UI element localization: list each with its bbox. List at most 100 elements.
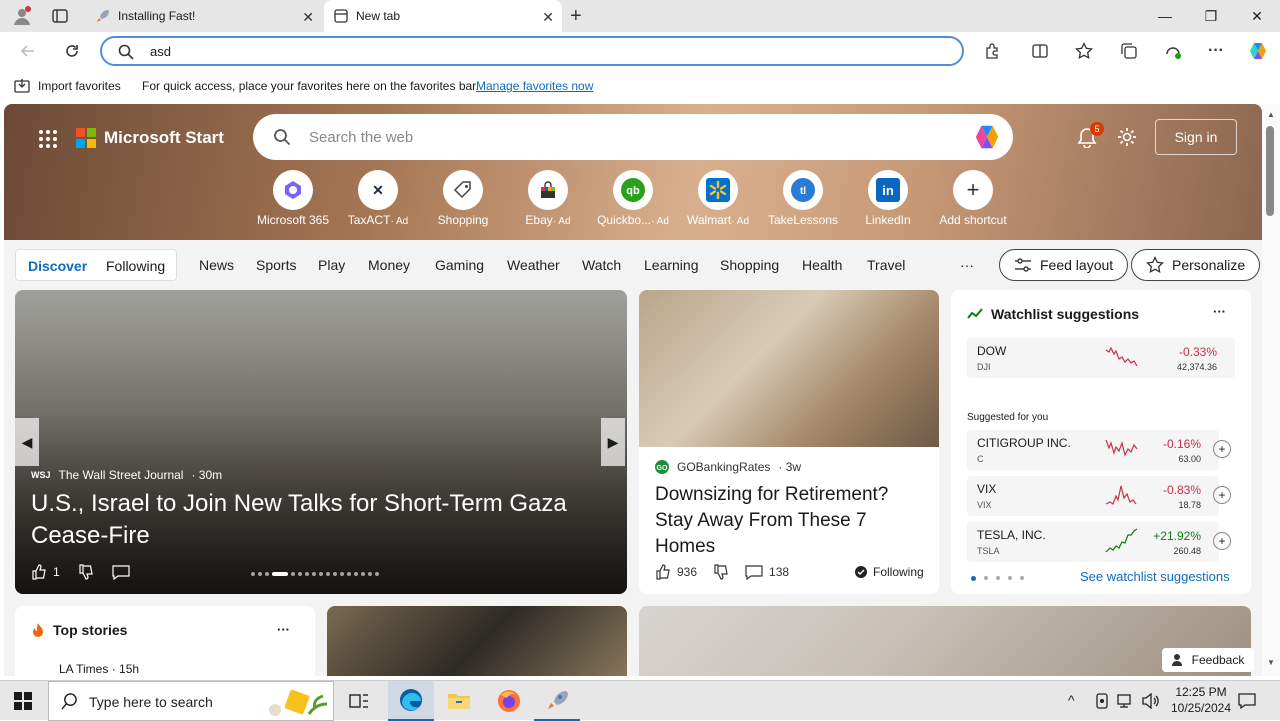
rocket-app-icon[interactable] [534, 681, 580, 721]
add-to-watchlist-icon[interactable]: + [1213, 486, 1231, 504]
restore-button[interactable]: ❐ [1188, 0, 1234, 32]
nav-watch[interactable]: Watch [582, 257, 621, 273]
shortcut-walmart[interactable]: Walmart· Ad [676, 170, 760, 227]
tab-actions-icon[interactable] [52, 8, 68, 24]
network-icon[interactable] [1117, 693, 1135, 709]
settings-more-icon[interactable]: ··· [1206, 41, 1226, 61]
app-launcher-icon[interactable] [38, 129, 58, 149]
personalize-button[interactable]: Personalize [1131, 249, 1261, 281]
watchlist-more-button[interactable]: ··· [1213, 304, 1226, 319]
top-stories-more-button[interactable]: ··· [277, 622, 290, 637]
feedback-button[interactable]: Feedback [1162, 648, 1254, 672]
shortcut-linkedin[interactable]: in LinkedIn [846, 170, 930, 227]
add-to-watchlist-icon[interactable]: + [1213, 532, 1231, 550]
nav-learning[interactable]: Learning [644, 257, 699, 273]
new-tab-button[interactable]: + [570, 5, 582, 28]
copilot-icon[interactable] [973, 123, 1001, 151]
sign-in-button[interactable]: Sign in [1155, 119, 1237, 155]
nav-travel[interactable]: Travel [867, 257, 905, 273]
tab-new-tab[interactable]: New tab ✕ [324, 0, 562, 32]
story-card[interactable]: GO GOBankingRates · 3w Downsizing for Re… [639, 290, 939, 594]
show-hidden-icons-chevron-icon[interactable]: ^ [1068, 692, 1075, 708]
manage-favorites-link[interactable]: Manage favorites now [476, 79, 593, 93]
minimize-button[interactable]: — [1142, 0, 1188, 32]
thumbs-down-icon[interactable] [713, 564, 729, 580]
scroll-up-icon[interactable]: ▲ [1267, 110, 1275, 119]
task-view-icon[interactable] [336, 681, 382, 721]
scrollbar-thumb[interactable] [1266, 126, 1274, 216]
notification-center-icon[interactable] [1238, 692, 1256, 710]
system-clock[interactable]: 12:25 PM 10/25/2024 [1164, 684, 1238, 716]
close-tab-icon[interactable]: ✕ [542, 9, 554, 26]
shortcut-add[interactable]: + Add shortcut [931, 170, 1015, 227]
taskbar-search-box[interactable]: Type here to search [48, 681, 334, 721]
vertical-scrollbar[interactable]: ▲ ▼ [1262, 104, 1280, 676]
scroll-down-icon[interactable]: ▼ [1267, 658, 1275, 667]
nav-more-button[interactable]: ··· [960, 257, 974, 273]
comment-icon[interactable] [745, 564, 763, 580]
shortcut-quickbooks[interactable]: qb Quickbo...· Ad [591, 170, 675, 227]
web-search-box[interactable]: Search the web [253, 114, 1013, 160]
extensions-icon[interactable] [982, 41, 1002, 61]
file-explorer-icon[interactable] [436, 681, 482, 721]
profile-icon[interactable] [12, 6, 32, 26]
comment-icon[interactable] [112, 564, 130, 580]
see-watchlist-suggestions-link[interactable]: See watchlist suggestions [1080, 569, 1230, 584]
address-bar[interactable]: asd [100, 36, 964, 66]
refresh-icon[interactable] [62, 41, 82, 61]
shortcut-shopping[interactable]: Shopping [421, 170, 505, 227]
shortcut-ebay[interactable]: Ebay· Ad [506, 170, 590, 227]
nav-shopping[interactable]: Shopping [720, 257, 779, 273]
tab-installing-fast[interactable]: Installing Fast! ✕ [86, 0, 322, 32]
back-icon[interactable] [18, 41, 38, 61]
windows-start-icon[interactable] [0, 681, 46, 721]
watchlist-item-tesla[interactable]: TESLA, INC. TSLA +21.92% 260.48 + [967, 522, 1231, 562]
shortcut-taxact[interactable]: ✕ TaxACT· Ad [336, 170, 420, 227]
performance-icon[interactable] [1163, 41, 1183, 61]
shortcut-takelessons[interactable]: tl TakeLessons [761, 170, 845, 227]
close-tab-icon[interactable]: ✕ [302, 9, 314, 26]
copilot-icon[interactable] [1248, 41, 1268, 61]
thumbs-up-icon[interactable] [655, 564, 671, 580]
favorites-star-icon[interactable] [1074, 41, 1094, 61]
device-icon[interactable] [1094, 693, 1110, 709]
nav-weather[interactable]: Weather [507, 257, 560, 273]
story-headline[interactable]: U.S., Israel to Join New Talks for Short… [31, 488, 611, 552]
nav-health[interactable]: Health [802, 257, 842, 273]
carousel-prev-button[interactable]: ◀ [15, 418, 39, 466]
nav-news[interactable]: News [199, 257, 234, 273]
nav-money[interactable]: Money [368, 257, 410, 273]
close-window-button[interactable]: ✕ [1234, 0, 1280, 32]
watchlist-item-dow[interactable]: DOW DJI -0.33% 42,374.36 [967, 338, 1235, 378]
feed-navigation: Discover Following News Sports Play Mone… [4, 240, 1262, 290]
story-headline[interactable]: Downsizing for Retirement? Stay Away Fro… [655, 482, 925, 560]
add-to-watchlist-icon[interactable]: + [1213, 440, 1231, 458]
watchlist-card: Watchlist suggestions ··· DOW DJI -0.33%… [951, 290, 1251, 594]
address-value[interactable]: asd [150, 44, 171, 59]
feed-layout-button[interactable]: Feed layout [999, 249, 1129, 281]
watchlist-item-vix[interactable]: VIX VIX -0.83% 18.78 + [967, 476, 1231, 516]
volume-icon[interactable] [1142, 693, 1160, 709]
watchlist-item-citigroup[interactable]: CITIGROUP INC. C -0.16% 63.00 + [967, 430, 1231, 470]
story-image-card[interactable] [327, 606, 627, 676]
notifications-bell-icon[interactable]: 5 [1076, 122, 1104, 148]
firefox-icon[interactable] [486, 681, 532, 721]
hero-story-card[interactable]: ◀ ▶ WSJ The Wall Street Journal · 30m U.… [15, 290, 627, 594]
edge-taskbar-icon[interactable] [388, 681, 434, 721]
shortcut-microsoft-365[interactable]: Microsoft 365 [251, 170, 335, 227]
thumbs-down-icon[interactable] [78, 564, 94, 580]
settings-gear-icon[interactable] [1116, 126, 1138, 148]
collections-icon[interactable] [1119, 41, 1139, 61]
split-screen-icon[interactable] [1030, 41, 1050, 61]
thumbs-up-icon[interactable] [31, 564, 47, 580]
nav-gaming[interactable]: Gaming [435, 257, 484, 273]
following-indicator[interactable]: Following [855, 565, 924, 579]
tab-discover[interactable]: Discover [28, 258, 87, 274]
nav-sports[interactable]: Sports [256, 257, 296, 273]
import-favorites-button[interactable]: Import favorites [14, 78, 121, 94]
nav-play[interactable]: Play [318, 257, 345, 273]
carousel-next-button[interactable]: ▶ [601, 418, 625, 466]
story-image-card[interactable] [639, 606, 1251, 676]
microsoft-start-logo[interactable]: Microsoft Start [76, 128, 224, 148]
tab-following[interactable]: Following [106, 258, 165, 274]
